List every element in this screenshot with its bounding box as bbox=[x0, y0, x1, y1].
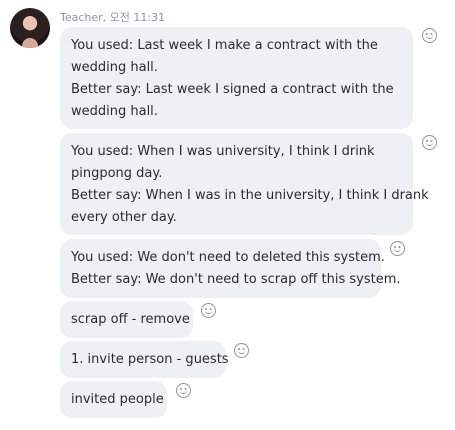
message-line: Better say: We don't need to scrap off t… bbox=[71, 272, 401, 287]
chat-thread: Teacher, 오전 11:31 You used: Last week I … bbox=[0, 0, 455, 430]
message-line: You used: When I was university, I think… bbox=[71, 144, 375, 159]
smiley-face-icon[interactable] bbox=[234, 343, 249, 358]
sender-avatar[interactable] bbox=[10, 8, 50, 48]
smiley-face-icon[interactable] bbox=[176, 383, 191, 398]
message-bubble[interactable]: You used: When I was university, I think… bbox=[60, 133, 429, 235]
message-line: wedding hall. bbox=[71, 60, 158, 75]
sender-header: Teacher, 오전 11:31 bbox=[60, 9, 165, 25]
sender-name: Teacher bbox=[60, 11, 103, 24]
message-line: every other day. bbox=[71, 210, 177, 225]
smiley-face-icon[interactable] bbox=[201, 303, 216, 318]
message-line: Better say: When I was in the university… bbox=[71, 188, 429, 203]
message-line: You used: Last week I make a contract wi… bbox=[71, 38, 378, 53]
message-bubble[interactable]: You used: Last week I make a contract wi… bbox=[60, 27, 413, 129]
message-bubble[interactable]: scrap off - remove bbox=[60, 301, 193, 338]
message-line: Better say: Last week I signed a contrac… bbox=[71, 82, 394, 97]
message-line: You used: We don't need to deleted this … bbox=[71, 250, 385, 265]
message-line: scrap off - remove bbox=[71, 312, 190, 327]
header-separator: , bbox=[102, 11, 110, 24]
message-line: invited people bbox=[71, 392, 164, 407]
message-bubble[interactable]: invited people bbox=[60, 381, 167, 418]
smiley-face-icon[interactable] bbox=[390, 241, 405, 256]
message-time: 오전 11:31 bbox=[109, 11, 166, 24]
message-line: wedding hall. bbox=[71, 104, 158, 119]
smiley-face-icon[interactable] bbox=[422, 135, 437, 150]
smiley-face-icon[interactable] bbox=[422, 28, 437, 43]
message-bubble[interactable]: You used: We don't need to deleted this … bbox=[60, 239, 401, 298]
message-line: pingpong day. bbox=[71, 166, 163, 181]
message-bubble[interactable]: 1. invite person - guests bbox=[60, 341, 229, 378]
message-line: 1. invite person - guests bbox=[71, 352, 229, 367]
